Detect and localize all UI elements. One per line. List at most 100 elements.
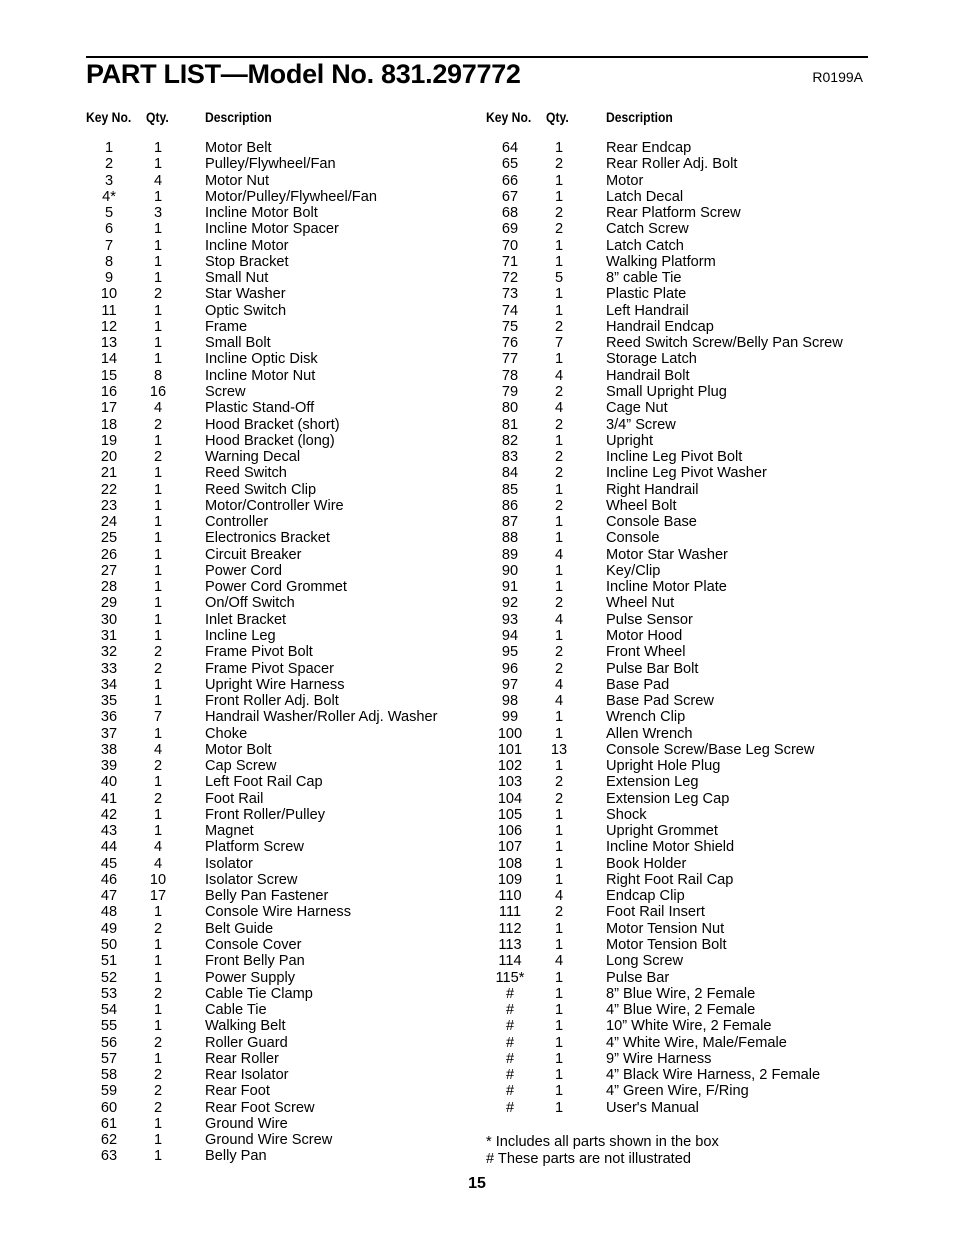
part-description: Storage Latch	[606, 351, 697, 368]
part-description: Right Handrail	[606, 481, 699, 498]
part-quantity: 1	[554, 709, 564, 726]
part-description: Reed Switch Screw/Belly Pan Screw	[606, 335, 843, 352]
part-key-number: #	[505, 1067, 515, 1084]
part-description: Motor Tension Nut	[606, 920, 725, 937]
part-quantity: 2	[554, 774, 564, 791]
part-row: 82 1 Upright	[0, 433, 954, 449]
part-row: 105 1 Shock	[0, 807, 954, 823]
part-quantity: 7	[554, 335, 564, 352]
part-description: Latch Decal	[606, 188, 684, 205]
part-row: 84 2 Incline Leg Pivot Washer	[0, 465, 954, 481]
part-row: 91 1 Incline Motor Plate	[0, 579, 954, 595]
page-number: 15	[468, 1175, 486, 1192]
part-key-number: 82	[501, 432, 519, 449]
footnote-asterisk: * Includes all parts shown in the box	[486, 1134, 719, 1150]
part-row: 97 4 Base Pad	[0, 677, 954, 693]
part-quantity: 2	[554, 790, 564, 807]
part-row: 77 1 Storage Latch	[0, 351, 954, 367]
part-key-number: 64	[501, 140, 519, 156]
part-quantity: 2	[554, 416, 564, 433]
part-key-number: 72	[501, 270, 519, 287]
part-row: 110 4 Endcap Clip	[0, 888, 954, 904]
part-row: 92 2 Wheel Nut	[0, 595, 954, 611]
part-description: 10” White Wire, 2 Female	[606, 1018, 772, 1035]
part-quantity: 1	[554, 530, 564, 547]
part-row: 96 2 Pulse Bar Bolt	[0, 661, 954, 677]
part-row: 115* 1 Pulse Bar	[0, 970, 954, 986]
part-row: 106 1 Upright Grommet	[0, 823, 954, 839]
part-description: 4” White Wire, Male/Female	[606, 1034, 787, 1051]
part-quantity: 1	[554, 725, 564, 742]
part-quantity: 2	[554, 644, 564, 661]
part-key-number: 65	[501, 156, 519, 173]
part-key-number: 66	[501, 172, 519, 189]
part-row: 95 2 Front Wheel	[0, 644, 954, 660]
part-description: Rear Platform Screw	[606, 205, 741, 222]
part-quantity: 1	[554, 253, 564, 270]
part-row: 62 1 Ground Wire Screw	[0, 1132, 954, 1148]
part-row: 104 2 Extension Leg Cap	[0, 791, 954, 807]
part-key-number: #	[505, 1083, 515, 1100]
part-quantity: 1	[554, 1067, 564, 1084]
part-row: 100 1 Allen Wrench	[0, 726, 954, 742]
part-key-number: 106	[497, 823, 523, 840]
revision-code: R0199A	[812, 69, 863, 85]
part-row: 108 1 Book Holder	[0, 856, 954, 872]
part-description: Pulse Sensor	[606, 611, 693, 628]
part-description: Ground Wire Screw	[205, 1132, 333, 1149]
part-key-number: 61	[100, 1115, 118, 1132]
part-key-number: 78	[501, 367, 519, 384]
part-description: Wheel Bolt	[606, 497, 677, 514]
part-description: Foot Rail Insert	[606, 904, 705, 921]
part-quantity: 1	[554, 823, 564, 840]
part-quantity: 13	[550, 741, 568, 758]
part-description: Motor	[606, 172, 644, 189]
part-description: Key/Clip	[606, 562, 661, 579]
part-key-number: 101	[497, 741, 523, 758]
part-key-number: 107	[497, 839, 523, 856]
part-row: 72 5 8” cable Tie	[0, 270, 954, 286]
part-description: Handrail Bolt	[606, 367, 690, 384]
part-key-number: 79	[501, 383, 519, 400]
part-description: Base Pad	[606, 676, 670, 693]
part-quantity: 1	[554, 579, 564, 596]
part-row: 68 2 Rear Platform Screw	[0, 205, 954, 221]
part-description: Extension Leg	[606, 774, 699, 791]
part-key-number: 69	[501, 221, 519, 238]
part-quantity: 4	[554, 676, 564, 693]
part-quantity: 1	[554, 172, 564, 189]
part-quantity: 1	[554, 985, 564, 1002]
part-quantity: 4	[554, 367, 564, 384]
part-quantity: 4	[554, 953, 564, 970]
part-row: 107 1 Incline Motor Shield	[0, 839, 954, 855]
part-quantity: 1	[554, 562, 564, 579]
header-description-right: Description	[606, 110, 673, 125]
part-quantity: 1	[554, 937, 564, 954]
part-row: #1 User's Manual	[0, 1100, 954, 1116]
part-quantity: 2	[554, 205, 564, 222]
part-description: Latch Catch	[606, 237, 684, 254]
part-row: 71 1 Walking Platform	[0, 254, 954, 270]
part-key-number: 93	[501, 611, 519, 628]
part-description: 3/4” Screw	[606, 416, 676, 433]
part-quantity: 2	[554, 318, 564, 335]
part-key-number: 74	[501, 302, 519, 319]
part-key-number: 80	[501, 400, 519, 417]
parts-table-right: 64 1 Rear Endcap 65 2 Rear Roller Adj. Bolt 66…	[0, 140, 954, 1116]
part-description: Incline Leg Pivot Washer	[606, 465, 767, 482]
part-key-number: 90	[501, 562, 519, 579]
header-description-left: Description	[205, 110, 272, 125]
part-description: Catch Screw	[606, 221, 689, 238]
part-quantity: 1	[153, 1132, 163, 1149]
part-quantity: 1	[554, 514, 564, 531]
part-key-number: 76	[501, 335, 519, 352]
part-description: Handrail Endcap	[606, 318, 714, 335]
part-key-number: 75	[501, 318, 519, 335]
part-description: Motor Hood	[606, 627, 683, 644]
part-row: 114 4 Long Screw	[0, 953, 954, 969]
part-description: Left Handrail	[606, 302, 689, 319]
part-description: Base Pad Screw	[606, 693, 714, 710]
part-quantity: 1	[554, 188, 564, 205]
part-description: Allen Wrench	[606, 725, 693, 742]
header-qty-left: Qty.	[146, 110, 169, 125]
